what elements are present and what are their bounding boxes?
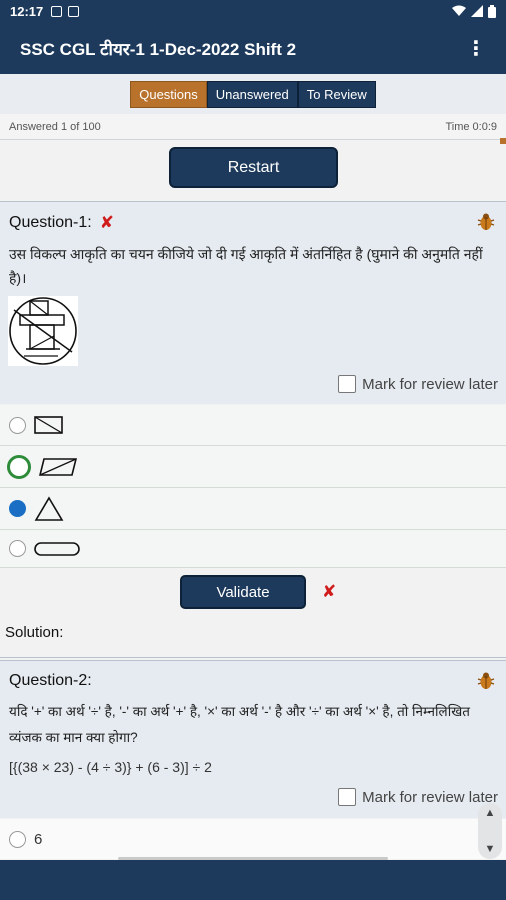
tab-to-review[interactable]: To Review [297, 80, 376, 108]
question-1-card: Question-1: ✘ उस विकल्प आकृति का चयन कीज… [0, 201, 506, 404]
option-radio-selected[interactable] [9, 500, 26, 517]
option-4[interactable] [0, 530, 506, 568]
photo-icon [51, 5, 63, 17]
progress-marker [500, 138, 506, 144]
solution-label: Solution: [5, 624, 64, 641]
validate-button[interactable]: Validate [180, 575, 306, 609]
question-1-text: उस विकल्प आकृति का चयन कीजिये जो दी गई आ… [9, 246, 483, 286]
overflow-menu-icon[interactable]: ⋮ [466, 36, 486, 61]
scroll-up-icon[interactable]: ▲ [485, 807, 496, 819]
question-2-option-1[interactable]: 6 [0, 819, 506, 859]
scroll-control[interactable]: ▲ ▼ [478, 803, 502, 859]
option-radio[interactable] [9, 540, 26, 557]
option-figure-bar [34, 541, 80, 556]
wrong-answer-icon: ✘ [99, 213, 114, 232]
wifi-icon [452, 5, 466, 16]
signal-icon [471, 5, 483, 17]
review-label: Mark for review later [362, 788, 498, 806]
mark-review-2[interactable]: Mark for review later [338, 788, 498, 806]
question-1-label: Question-1: [9, 214, 92, 231]
option-3[interactable] [0, 488, 506, 530]
option-radio[interactable] [9, 416, 26, 434]
info-bar: Answered 1 of 100 Time 0:0:9 [0, 114, 506, 140]
system-nav-bar [0, 860, 506, 900]
scroll-down-icon[interactable]: ▼ [485, 843, 496, 855]
app-title: SSC CGL टीयर-1 1-Dec-2022 Shift 2 [20, 39, 297, 59]
question-2-expression: [{(38 × 23) - (4 ÷ 3)} + (6 - 3)] ÷ 2 [9, 759, 212, 775]
review-checkbox[interactable] [338, 375, 357, 393]
option-figure-rect [34, 416, 63, 434]
question-1-header: Question-1: ✘ [9, 213, 114, 233]
app-bar: SSC CGL टीयर-1 1-Dec-2022 Shift 2 ⋮ [0, 22, 506, 74]
mark-review-1[interactable]: Mark for review later [338, 375, 498, 393]
restart-button[interactable]: Restart [169, 147, 338, 188]
review-label: Mark for review later [362, 375, 498, 393]
option-figure-triangle [34, 495, 64, 521]
option-2[interactable] [0, 446, 506, 488]
review-checkbox[interactable] [338, 788, 357, 806]
tab-unanswered[interactable]: Unanswered [206, 80, 298, 108]
validate-wrong-icon: ✘ [322, 582, 337, 601]
question-2-label: Question-2: [9, 672, 92, 689]
question-2-header: Question-2: [9, 672, 92, 690]
option-text: 6 [34, 830, 43, 848]
tabs-bar: Questions Unanswered To Review [0, 74, 506, 114]
validate-section: Validate ✘ Solution: [0, 568, 506, 658]
option-radio-correct[interactable] [7, 454, 31, 479]
bug-report-icon[interactable] [476, 671, 496, 691]
status-bar: 12:17 [0, 0, 506, 22]
status-time: 12:17 [10, 3, 44, 19]
tab-questions[interactable]: Questions [130, 80, 207, 108]
bug-report-icon[interactable] [476, 212, 496, 232]
battery-icon [488, 4, 496, 18]
notification-icon [68, 5, 80, 17]
question-figure [8, 296, 78, 366]
status-right [452, 4, 496, 18]
elapsed-time: Time 0:0:9 [445, 120, 497, 133]
option-1[interactable] [0, 405, 506, 446]
option-radio[interactable] [9, 830, 26, 848]
question-2-card: Question-2: यदि '+' का अर्थ '÷' है, '-' … [0, 660, 506, 818]
question-2-text: यदि '+' का अर्थ '÷' है, '-' का अर्थ '+' … [9, 704, 470, 745]
answered-count: Answered 1 of 100 [9, 120, 101, 133]
option-figure-parallelogram [39, 457, 77, 476]
